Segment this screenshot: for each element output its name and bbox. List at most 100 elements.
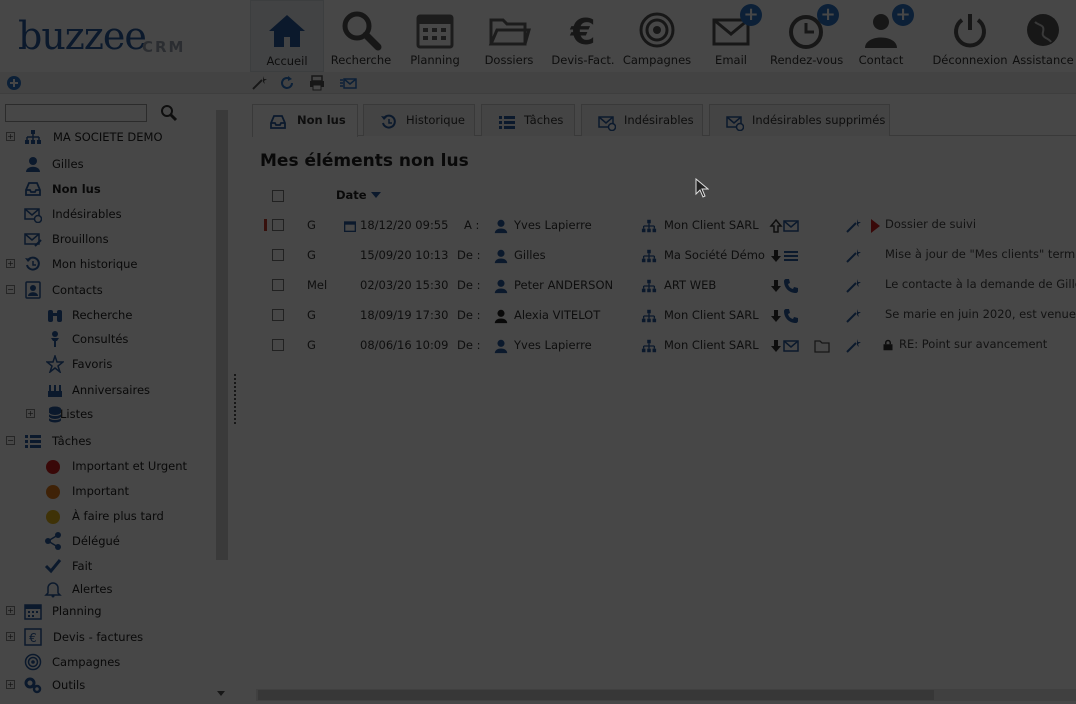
- sidebar-item-delegue[interactable]: Délégué: [26, 531, 216, 553]
- sidebar-item-alertes[interactable]: Alertes: [26, 579, 216, 601]
- row-contact[interactable]: Yves Lapierre: [514, 338, 592, 352]
- add-icon[interactable]: [6, 74, 24, 92]
- magic-wand-icon[interactable]: [845, 248, 861, 264]
- sidebar-item-anniversaires[interactable]: Anniversaires: [26, 380, 216, 402]
- row-company[interactable]: Mon Client SARL: [664, 308, 759, 322]
- row-checkbox[interactable]: [272, 249, 284, 261]
- expand-toggle[interactable]: +: [6, 259, 15, 268]
- search-icon[interactable]: [160, 104, 178, 122]
- nav-devis-button[interactable]: € Devis-Fact.: [548, 0, 618, 72]
- sidebar-item-indesirables[interactable]: Indésirables: [6, 204, 216, 226]
- folder-icon[interactable]: [814, 338, 830, 354]
- expand-toggle[interactable]: +: [6, 606, 15, 615]
- scroll-down-icon[interactable]: [216, 690, 226, 698]
- print-icon[interactable]: [308, 74, 326, 92]
- row-contact[interactable]: Peter ANDERSON: [514, 278, 613, 292]
- collapse-toggle[interactable]: −: [6, 285, 15, 294]
- sidebar-item-contacts[interactable]: − Contacts: [6, 280, 216, 302]
- expand-toggle[interactable]: +: [6, 680, 15, 689]
- row-checkbox[interactable]: [272, 339, 284, 351]
- sidebar-item-planning[interactable]: + Planning: [6, 601, 216, 623]
- nav-campagnes-button[interactable]: Campagnes: [622, 0, 692, 72]
- buzzee-logo[interactable]: buzzee CRM: [18, 10, 218, 60]
- sidebar-scrollbar[interactable]: [216, 110, 228, 560]
- magic-wand-icon[interactable]: [845, 278, 861, 294]
- row-subject[interactable]: Mise à jour de "Mes clients" terminée: [885, 247, 1076, 261]
- row-checkbox[interactable]: [272, 309, 284, 321]
- table-row[interactable]: G 18/12/20 09:55 A : Yves Lapierre Mon C…: [240, 211, 1076, 241]
- row-contact[interactable]: Yves Lapierre: [514, 218, 592, 232]
- tab-taches[interactable]: Tâches: [481, 104, 575, 136]
- sidebar-item-brouillons[interactable]: Brouillons: [6, 229, 216, 251]
- table-row[interactable]: G 18/09/19 17:30 De : Alexia VITELOT Mon…: [240, 301, 1076, 331]
- select-all-checkbox[interactable]: [272, 190, 284, 202]
- row-contact[interactable]: Gilles: [514, 248, 546, 262]
- row-company[interactable]: Mon Client SARL: [664, 338, 759, 352]
- sidebar-item-societe[interactable]: + MA SOCIETE DEMO: [6, 127, 216, 149]
- sort-desc-icon[interactable]: [371, 192, 381, 198]
- row-contact[interactable]: Alexia VITELOT: [514, 308, 600, 322]
- nav-email-button[interactable]: + Email: [696, 0, 766, 72]
- tab-label: Non lus: [297, 113, 346, 127]
- magic-wand-icon[interactable]: [250, 74, 268, 92]
- magic-wand-icon[interactable]: [845, 218, 861, 234]
- nav-assistance-button[interactable]: Assistance: [1010, 0, 1076, 72]
- row-subject[interactable]: Le contacte à la demande de Gilles: [885, 277, 1076, 291]
- refresh-icon[interactable]: [278, 74, 296, 92]
- mail-list-icon[interactable]: [340, 74, 358, 92]
- sidebar-item-fait[interactable]: Fait: [26, 556, 216, 578]
- sidebar-search-input[interactable]: [5, 104, 147, 122]
- sidebar-item-label: Contacts: [52, 283, 103, 297]
- table-row[interactable]: G 15/09/20 10:13 De : Gilles Ma Société …: [240, 241, 1076, 271]
- nav-dossiers-button[interactable]: Dossiers: [474, 0, 544, 72]
- table-row[interactable]: Mel 02/03/20 15:30 De : Peter ANDERSON A…: [240, 271, 1076, 301]
- sidebar-item-plus-tard[interactable]: À faire plus tard: [26, 506, 216, 528]
- collapse-toggle[interactable]: −: [6, 436, 15, 445]
- magic-wand-icon[interactable]: [845, 308, 861, 324]
- tab-non-lus[interactable]: Non lus: [252, 104, 358, 137]
- row-company[interactable]: ART WEB: [664, 278, 716, 292]
- row-company[interactable]: Ma Société Démo: [664, 248, 765, 262]
- expand-toggle[interactable]: +: [26, 409, 35, 418]
- nav-contact-button[interactable]: + Contact: [846, 0, 916, 72]
- row-checkbox[interactable]: [272, 219, 284, 231]
- sidebar-item-listes[interactable]: + Listes: [26, 404, 216, 426]
- row-subject[interactable]: Dossier de suivi: [885, 217, 1076, 231]
- sidebar-item-taches[interactable]: − Tâches: [6, 431, 216, 453]
- sidebar-item-consultes[interactable]: Consultés: [26, 329, 216, 351]
- horizontal-scrollbar[interactable]: [256, 689, 1076, 701]
- sidebar-item-urgent[interactable]: Important et Urgent: [26, 456, 216, 478]
- expand-toggle[interactable]: +: [6, 632, 15, 641]
- nav-planning-button[interactable]: Planning: [400, 0, 470, 72]
- sidebar-item-favoris[interactable]: Favoris: [26, 354, 216, 376]
- sidebar-item-outils[interactable]: + Outils: [6, 675, 216, 697]
- row-subject[interactable]: RE: Point sur avancement: [899, 337, 1076, 351]
- tab-historique[interactable]: Historique: [363, 104, 475, 136]
- nav-rendezvous-button[interactable]: + Rendez-vous: [770, 0, 843, 72]
- sidebar-item-campagnes[interactable]: Campagnes: [6, 652, 216, 674]
- power-icon: [954, 14, 986, 48]
- row-subject[interactable]: Se marie en juin 2020, est venue pour: [885, 307, 1076, 321]
- sidebar-item-label: Important et Urgent: [72, 459, 188, 473]
- row-checkbox[interactable]: [272, 279, 284, 291]
- date-column-header[interactable]: Date: [336, 188, 367, 202]
- sidebar-item-gilles[interactable]: Gilles: [6, 154, 216, 176]
- history-icon: [25, 256, 40, 271]
- table-row[interactable]: G 08/06/16 10:09 De : Yves Lapierre Mon …: [240, 331, 1076, 361]
- sidebar-item-non-lus[interactable]: Non lus: [6, 179, 216, 201]
- nav-deconnexion-button[interactable]: Déconnexion: [932, 0, 1008, 72]
- magic-wand-icon[interactable]: [845, 338, 861, 354]
- nav-accueil-button[interactable]: Accueil: [250, 0, 324, 72]
- tab-indesirables[interactable]: Indésirables: [581, 104, 703, 136]
- nav-recherche-button[interactable]: Recherche: [326, 0, 396, 72]
- sidebar-item-recherche[interactable]: Recherche: [26, 305, 216, 327]
- pane-splitter[interactable]: [232, 94, 240, 704]
- row-company[interactable]: Mon Client SARL: [664, 218, 759, 232]
- sidebar-item-important[interactable]: Important: [26, 481, 216, 503]
- tab-indesirables-supprimes[interactable]: Indésirables supprimés: [709, 104, 890, 136]
- sidebar-item-devis[interactable]: + € Devis - factures: [6, 627, 216, 649]
- splitter-grip: [234, 374, 238, 424]
- scrollbar-thumb[interactable]: [258, 690, 934, 700]
- sidebar-item-historique[interactable]: + Mon historique: [6, 254, 216, 276]
- expand-toggle[interactable]: +: [6, 132, 15, 141]
